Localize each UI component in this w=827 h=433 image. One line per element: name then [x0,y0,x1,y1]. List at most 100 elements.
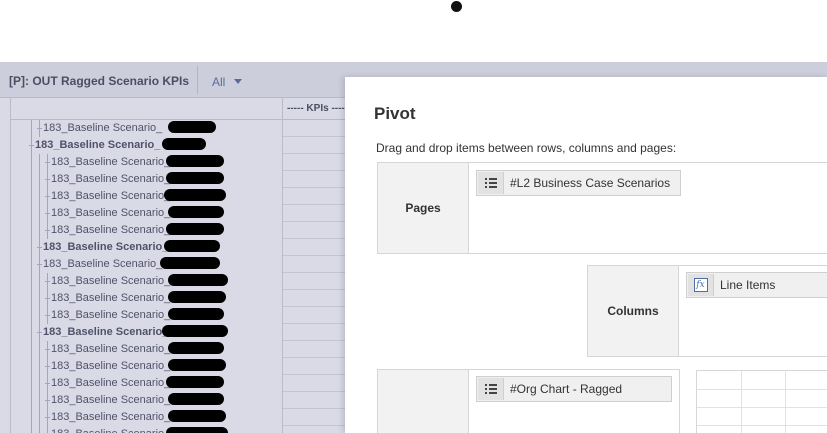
kpi-cell[interactable] [283,188,353,205]
tree-branch-tick [37,128,42,129]
tree-row[interactable]: 183_Baseline Scenario_ [11,137,283,154]
row-header-corner [10,98,282,120]
tree-guide-line [31,392,32,409]
tree-row-label: 183_Baseline Scenario_ [51,190,171,202]
tree-row[interactable]: 183_Baseline Scenario_ [11,307,283,324]
redaction-mark [168,206,224,218]
tree-branch-tick [37,264,42,265]
tree-guide-line [31,171,32,188]
tree-row-label: 183_Baseline Scenario_ [51,309,171,321]
tree-guide-line [47,426,48,433]
tree-guide-line [31,358,32,375]
tree-row[interactable]: 183_Baseline Scenario_ [11,120,283,137]
tree-row[interactable]: 183_Baseline Scenario_ [11,341,283,358]
tree-row[interactable]: 183_Baseline Scenario_ [11,239,283,256]
redaction-mark [168,274,228,286]
redaction-mark [168,359,226,371]
tree-row-label: 183_Baseline Scenario_ [43,326,169,338]
tree-guide-line [31,188,32,205]
tree-branch-tick [45,298,50,299]
rows-item-chip[interactable]: #Org Chart - Ragged [476,376,672,402]
tree-row[interactable]: 183_Baseline Scenario_ [11,273,283,290]
screen: [P]: OUT Ragged Scenario KPIs All ----- … [0,0,827,433]
columns-label: Columns [588,266,679,356]
kpi-cell[interactable] [283,120,353,137]
kpi-cell[interactable] [283,154,353,171]
tree-row[interactable]: 183_Baseline Scenario_ [11,154,283,171]
columns-drop-zone[interactable]: Columns fx Line Items [587,265,827,357]
tree-guide-line [39,222,40,239]
tree-guide-line [39,171,40,188]
tree-row[interactable]: 183_Baseline Scenario_ [11,188,283,205]
kpi-cell[interactable] [283,137,353,154]
kpi-cell[interactable] [283,375,353,392]
columns-item-chip[interactable]: fx Line Items [686,272,827,298]
tree-row-label: 183_Baseline Scenario_ [51,275,171,287]
tree-row[interactable]: 183_Baseline Scenario_ [11,256,283,273]
kpi-cell[interactable] [283,307,353,324]
kpi-cell[interactable] [283,222,353,239]
redaction-mark [166,155,224,167]
tree-row-label: 183_Baseline Scenario_ [51,156,171,168]
redaction-mark [162,138,206,150]
kpi-cell[interactable] [283,171,353,188]
kpi-cell[interactable] [283,239,353,256]
kpi-cell[interactable] [283,290,353,307]
kpi-cell[interactable] [283,409,353,426]
tree-branch-tick [37,247,42,248]
redaction-mark [166,376,224,388]
pages-label: Pages [378,163,469,253]
tree-guide-line [31,273,32,290]
kpi-cell[interactable] [283,426,353,433]
tree-row[interactable]: 183_Baseline Scenario_ [11,222,283,239]
tree-guide-line [31,239,32,256]
kpi-cell[interactable] [283,256,353,273]
page-filter-dropdown[interactable]: All [212,75,225,89]
tree-row[interactable]: 183_Baseline Scenario_10044027 [11,426,283,433]
grid-line [697,407,827,408]
redaction-mark [164,189,226,201]
pages-drop-zone[interactable]: Pages #L2 Business Case Scenarios [377,162,827,254]
tree-branch-tick [45,400,50,401]
tree-guide-line [31,120,32,137]
tree-row[interactable]: 183_Baseline Scenario_ [11,392,283,409]
tree-row-label: 183_Baseline Scenario_ [43,258,163,270]
tree-row[interactable]: 183_Baseline Scenario_ [11,375,283,392]
tree-row[interactable]: 183_Baseline Scenario_ [11,358,283,375]
tree-row-label: 183_Baseline Scenario_ [51,292,171,304]
tree-row-label: 183_Baseline Scenario_ [51,360,171,372]
kpi-cell[interactable] [283,205,353,222]
rows-drop-zone[interactable]: #Org Chart - Ragged [377,369,680,433]
tree-branch-tick [45,179,50,180]
module-title: [P]: OUT Ragged Scenario KPIs [9,74,190,88]
dialog-title: Pivot [374,104,416,123]
chevron-down-icon[interactable] [234,79,242,84]
tree-guide-line [31,154,32,171]
kpi-cell[interactable] [283,324,353,341]
tree-row[interactable]: 183_Baseline Scenario_ [11,324,283,341]
kpi-cell[interactable] [283,273,353,290]
pages-item-chip[interactable]: #L2 Business Case Scenarios [476,170,681,196]
tree-row[interactable]: 183_Baseline Scenario_ [11,205,283,222]
tree-row[interactable]: 183_Baseline Scenario_ [11,409,283,426]
kpi-cell[interactable] [283,358,353,375]
tree-guide-line [31,409,32,426]
tree-row[interactable]: 183_Baseline Scenario_ [11,171,283,188]
tree-guide-line [39,290,40,307]
tree-branch-tick [45,349,50,350]
tree-row-label: 183_Baseline Scenario_ [35,139,161,151]
tree-guide-line [31,375,32,392]
tree-guide-line [39,392,40,409]
rows-label [378,370,469,433]
kpi-cell[interactable] [283,341,353,358]
pivot-dialog: Pivot Drag and drop items between rows, … [345,77,827,433]
tree-guide-line [39,358,40,375]
pages-item-label: #L2 Business Case Scenarios [510,176,671,190]
tree-row-label: 183_Baseline Scenario_ [51,394,171,406]
tree-row-label: 183_Baseline Scenario_ [51,207,171,219]
tree-guide-line [39,205,40,222]
tree-row[interactable]: 183_Baseline Scenario_ [11,290,283,307]
kpi-cell[interactable] [283,392,353,409]
redaction-mark [168,410,226,422]
grid-line [741,371,742,433]
